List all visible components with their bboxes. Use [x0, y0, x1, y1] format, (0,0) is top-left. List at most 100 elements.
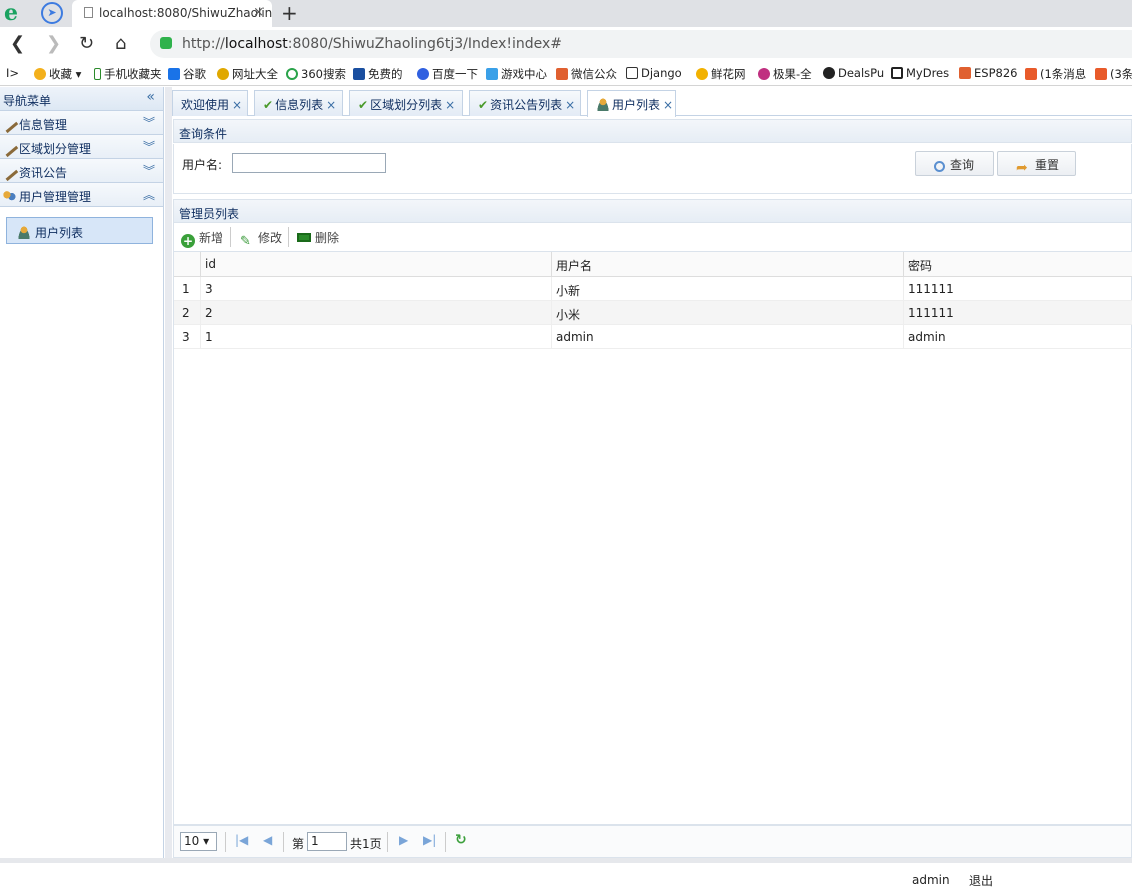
sidebar-section-news[interactable]: 资讯公告 ︾: [0, 159, 163, 183]
browser-tab[interactable]: localhost:8080/ShiwuZhaoling ×: [72, 0, 272, 27]
bookmark-item[interactable]: (3条: [1095, 66, 1132, 82]
search-button-label: 查询: [950, 158, 975, 172]
bookmark-item[interactable]: 游戏中心: [486, 66, 547, 82]
layout-splitter[interactable]: [165, 87, 172, 858]
site-icon: [556, 68, 568, 80]
delete-icon: [297, 233, 311, 242]
chevron-down-icon: ︾: [142, 164, 155, 178]
table-row[interactable]: 3 1 admin admin: [174, 325, 1132, 349]
bookmark-item[interactable]: DealsPu: [823, 66, 884, 80]
check-icon: ✔: [263, 98, 274, 112]
home-icon[interactable]: ⌂: [115, 35, 126, 53]
sidebar-item-label: 用户列表: [35, 226, 84, 240]
wand-icon: [0, 162, 19, 182]
sidebar-section-info[interactable]: 信息管理 ︾: [0, 111, 163, 135]
refresh-icon[interactable]: ↻: [455, 832, 467, 848]
add-button[interactable]: + 新增: [181, 229, 223, 248]
new-tab-icon[interactable]: +: [281, 1, 298, 25]
reset-button[interactable]: ➦ 重置: [997, 151, 1076, 176]
tab-region-list[interactable]: ✔ 区域划分列表 ×: [349, 90, 463, 116]
bookmark-item[interactable]: ESP826: [959, 66, 1017, 80]
sidebar-title: 导航菜单: [3, 94, 52, 108]
bookmark-item[interactable]: 网址大全: [217, 66, 278, 82]
tab-label: 欢迎使用: [181, 98, 230, 112]
tab-label: 资讯公告列表: [490, 98, 563, 112]
reload-icon[interactable]: ↻: [79, 35, 94, 53]
first-page-icon[interactable]: |◀: [235, 833, 248, 847]
username-input[interactable]: [232, 153, 386, 173]
table-row[interactable]: 2 2 小米 111111: [174, 301, 1132, 325]
search-icon: [934, 161, 945, 172]
close-icon[interactable]: ×: [232, 98, 242, 112]
cell-password: 111111: [903, 277, 1132, 300]
bookmark-item[interactable]: 免费的: [353, 66, 403, 82]
navigation-icon[interactable]: ➤: [41, 2, 63, 24]
last-page-icon[interactable]: ▶|: [423, 833, 436, 847]
bookmark-item[interactable]: 极果-全: [758, 66, 812, 82]
close-icon[interactable]: ×: [565, 98, 575, 112]
query-panel: 用户名: 查询 ➦ 重置: [173, 144, 1132, 194]
tab-news-list[interactable]: ✔ 资讯公告列表 ×: [469, 90, 581, 116]
column-header-id[interactable]: id: [200, 252, 551, 276]
pagination-bar: 10 ▾ |◀ ◀ 第 1 共1页 ▶ ▶| ↻: [173, 825, 1132, 858]
flower-icon: [696, 68, 708, 80]
page-size-value: 10: [184, 834, 200, 848]
edit-button[interactable]: ✎ 修改: [240, 229, 282, 249]
list-panel-title: 管理员列表: [173, 199, 1132, 223]
url-field[interactable]: http://localhost:8080/ShiwuZhaoling6tj3/…: [150, 30, 1132, 58]
search-button[interactable]: 查询: [915, 151, 994, 176]
collapse-sidebar-icon[interactable]: «: [146, 89, 155, 105]
chevron-down-icon: ︾: [142, 116, 155, 130]
wand-icon: [0, 138, 19, 158]
next-page-icon[interactable]: ▶: [399, 833, 408, 847]
prev-page-icon[interactable]: ◀: [263, 833, 272, 847]
bookmark-item[interactable]: 微信公众: [556, 66, 617, 82]
table-row[interactable]: 1 3 小新 111111: [174, 277, 1132, 301]
bookmark-item[interactable]: Django: [626, 66, 682, 80]
delete-button-label: 删除: [315, 231, 340, 245]
star-icon: [34, 68, 46, 80]
close-icon[interactable]: ×: [663, 98, 673, 112]
close-icon[interactable]: ×: [326, 98, 336, 112]
wifi-icon: [168, 68, 180, 80]
bookmark-item[interactable]: 鲜花网: [696, 66, 746, 82]
back-icon[interactable]: ❮: [10, 35, 25, 53]
column-header-username[interactable]: 用户名: [551, 252, 903, 276]
url-path: :8080/ShiwuZhaoling6tj3/Index!index#: [287, 36, 563, 52]
csdn-icon: [1095, 68, 1107, 80]
page-size-select[interactable]: 10 ▾: [180, 832, 217, 851]
cell-password: admin: [903, 325, 1132, 348]
bookmark-item[interactable]: MyDres: [891, 66, 949, 80]
bookmark-item[interactable]: 360搜索: [286, 66, 346, 82]
tab-welcome[interactable]: 欢迎使用 ×: [172, 90, 248, 116]
bookmarks-toggle-icon[interactable]: I>: [6, 66, 19, 80]
bookmark-item[interactable]: (1条消息: [1025, 66, 1086, 82]
sidebar-section-label: 区域划分管理: [19, 142, 92, 156]
bookmark-item[interactable]: 手机收藏夹: [94, 66, 162, 82]
logout-link[interactable]: 退出: [969, 872, 993, 889]
url-prefix: http://: [182, 36, 225, 52]
username-label: 用户名:: [182, 158, 223, 172]
sidebar-section-label: 信息管理: [19, 118, 68, 132]
row-number: 2: [182, 306, 190, 320]
site-icon: [959, 67, 971, 79]
bookmark-item[interactable]: 收藏 ▾: [34, 66, 81, 82]
delete-button[interactable]: 删除: [297, 229, 339, 246]
pencil-icon: ✎: [240, 234, 251, 249]
column-header-password[interactable]: 密码: [903, 252, 1132, 276]
add-icon: +: [181, 234, 195, 248]
bookmark-item[interactable]: 谷歌: [168, 66, 206, 82]
tab-user-list[interactable]: 用户列表 ×: [587, 90, 676, 117]
browser-tab-close-icon[interactable]: ×: [253, 5, 264, 20]
page-number-input[interactable]: 1: [307, 832, 347, 851]
tab-info-list[interactable]: ✔ 信息列表 ×: [254, 90, 343, 116]
forward-icon[interactable]: ❯: [46, 35, 61, 53]
content-tabs: 欢迎使用 × ✔ 信息列表 × ✔ 区域划分列表 × ✔ 资讯公告列表 × 用户列表 ×: [172, 87, 1132, 117]
footer-bar: admin 退出: [0, 858, 1132, 891]
sidebar-section-users[interactable]: 用户管理管理 ︽: [0, 183, 163, 207]
bookmark-item[interactable]: 百度一下: [417, 66, 478, 82]
sidebar-section-region[interactable]: 区域划分管理 ︾: [0, 135, 163, 159]
sidebar-item-user-list[interactable]: 用户列表: [6, 217, 153, 244]
close-icon[interactable]: ×: [445, 98, 455, 112]
search-engine-icon: [286, 68, 298, 80]
